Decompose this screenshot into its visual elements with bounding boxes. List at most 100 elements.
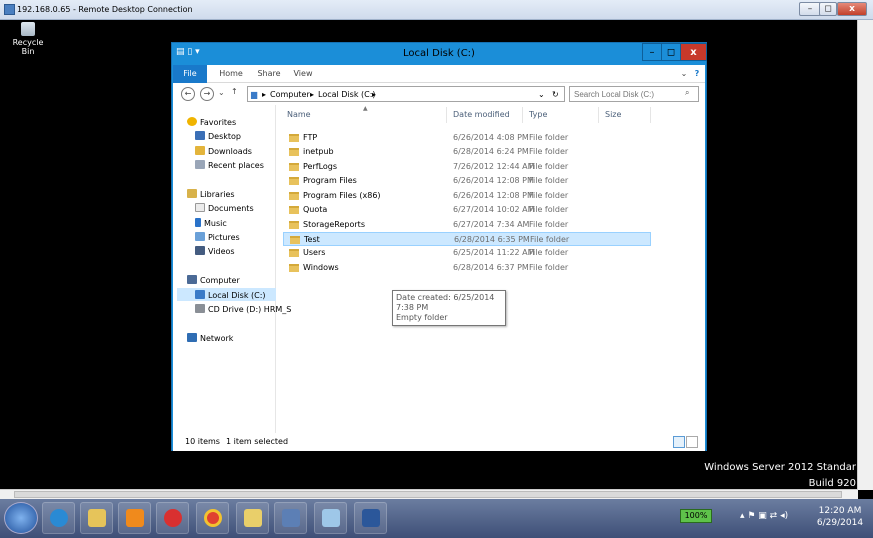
tooltip-empty-folder: Empty folder <box>396 313 448 322</box>
forward-button[interactable]: → <box>200 87 214 101</box>
folder-icon <box>290 236 300 244</box>
breadcrumb-computer[interactable]: Computer <box>270 90 310 99</box>
file-row-selected[interactable]: Test 6/28/2014 6:35 PM File folder <box>283 232 651 246</box>
column-header-date-modified[interactable]: Date modified <box>447 107 523 123</box>
word-taskbar-button[interactable] <box>354 502 387 534</box>
explorer-title: Local Disk (C:) <box>403 48 475 59</box>
drive-icon: ▆ <box>251 90 258 99</box>
taskbar: 100% ▴ ⚑ ▣ ⇄ ◂) 12:20 AM 6/29/2014 <box>0 499 873 538</box>
file-explorer-icon <box>88 509 106 527</box>
file-row[interactable]: inetpub 6/28/2014 6:24 PM File folder <box>283 145 651 159</box>
rdc-title: 192.168.0.65 - Remote Desktop Connection <box>17 5 193 14</box>
word-icon <box>362 509 380 527</box>
file-row[interactable]: Program Files (x86) 6/26/2014 12:08 PM Fil… <box>283 189 651 203</box>
tab-file[interactable]: File <box>173 65 207 83</box>
folder-icon <box>289 192 299 200</box>
tray-icons[interactable]: ▴ ⚑ ▣ ⇄ ◂) <box>740 511 788 521</box>
network-app-taskbar-button[interactable] <box>274 502 307 534</box>
nav-libraries[interactable]: Libraries <box>187 189 235 199</box>
nav-network[interactable]: Network <box>187 333 233 343</box>
network-app-icon <box>282 509 300 527</box>
tab-home[interactable]: Home <box>213 65 249 83</box>
nav-local-disk[interactable]: Local Disk (C:) <box>195 290 266 300</box>
folder-tooltip: Date created: 6/25/2014 7:38 PM Empty fo… <box>392 290 506 326</box>
recycle-bin-icon <box>21 22 35 36</box>
recycle-bin-shortcut[interactable]: Recycle Bin <box>8 22 48 56</box>
chrome-taskbar-button[interactable] <box>196 502 229 534</box>
address-bar[interactable]: ▆ ▸ Computer ▸ Local Disk (C:) ▸ ⌄ ↻ <box>247 86 565 102</box>
tab-view[interactable]: View <box>285 65 321 83</box>
folder-taskbar-button[interactable] <box>236 502 269 534</box>
system-clock[interactable]: 12:20 AM 6/29/2014 <box>812 505 868 529</box>
large-icons-view-icon[interactable] <box>686 436 698 448</box>
file-row[interactable]: Program Files 6/26/2014 12:08 PM File fold… <box>283 174 651 188</box>
clock-time: 12:20 AM <box>818 506 862 516</box>
recycle-bin-label: Recycle Bin <box>12 38 44 56</box>
nav-pictures[interactable]: Pictures <box>195 232 240 242</box>
ribbon-tabs: File Home Share View ⌄ ? <box>173 65 705 83</box>
clock-date: 6/29/2014 <box>816 518 864 528</box>
documents-icon <box>195 203 205 212</box>
nav-desktop[interactable]: Desktop <box>195 131 241 141</box>
os-watermark: Windows Server 2012 Standar Build 920 <box>704 460 856 492</box>
horizontal-scrollbar[interactable] <box>0 489 858 499</box>
rdc-close-button[interactable]: x <box>837 2 867 16</box>
folder-icon <box>289 264 299 272</box>
nav-favorites[interactable]: Favorites <box>187 117 236 127</box>
explorer-minimize-button[interactable]: – <box>642 43 662 61</box>
network-icon <box>187 333 197 342</box>
notes-taskbar-button[interactable] <box>314 502 347 534</box>
address-dropdown-icon[interactable]: ⌄ <box>538 90 545 99</box>
file-row[interactable]: Windows 6/28/2014 6:37 PM File folder <box>283 261 651 275</box>
vertical-scrollbar[interactable] <box>857 20 873 490</box>
search-input[interactable] <box>569 86 699 102</box>
folder-icon <box>289 177 299 185</box>
details-view-icon[interactable] <box>673 436 685 448</box>
explorer-close-button[interactable]: x <box>680 43 707 61</box>
tab-share[interactable]: Share <box>251 65 287 83</box>
search-icon[interactable]: ⌕ <box>685 88 689 98</box>
file-row[interactable]: Quota 6/27/2014 10:02 AM File folder <box>283 203 651 217</box>
explorer-maximize-button[interactable]: ◻ <box>661 43 681 61</box>
nav-videos[interactable]: Videos <box>195 246 235 256</box>
battery-indicator[interactable]: 100% <box>680 509 712 523</box>
start-button[interactable] <box>4 502 38 534</box>
navigation-pane: Favorites Desktop Downloads Recent place… <box>173 105 291 433</box>
folder-icon <box>244 509 262 527</box>
up-button[interactable]: ↑ <box>231 87 238 96</box>
breadcrumb-local-disk[interactable]: Local Disk (C:) <box>318 90 376 99</box>
pictures-icon <box>195 232 205 241</box>
file-row[interactable]: Users 6/25/2014 11:22 AM File folder <box>283 246 651 260</box>
nav-documents[interactable]: Documents <box>195 203 254 213</box>
media-player-taskbar-button[interactable] <box>118 502 151 534</box>
desktop-icon <box>195 131 205 140</box>
nav-downloads[interactable]: Downloads <box>195 146 252 156</box>
recent-locations-icon[interactable]: ⌄ <box>218 88 225 97</box>
selected-count: 1 item selected <box>226 437 289 446</box>
rdc-minimize-button[interactable]: – <box>799 2 821 16</box>
file-row[interactable]: StorageReports 6/27/2014 7:34 AM File fold… <box>283 218 651 232</box>
os-edition: Windows Server 2012 Standar <box>704 462 856 473</box>
horizontal-scroll-thumb[interactable] <box>14 491 842 498</box>
column-header-type[interactable]: Type <box>523 107 599 123</box>
refresh-icon[interactable]: ↻ <box>552 90 559 99</box>
rdc-titlebar: 192.168.0.65 - Remote Desktop Connection… <box>0 0 873 20</box>
nav-music[interactable]: Music <box>195 218 227 228</box>
nav-recent-places[interactable]: Recent places <box>195 160 264 170</box>
help-icon[interactable]: ? <box>691 65 703 83</box>
internet-explorer-icon <box>50 509 68 527</box>
file-row[interactable]: PerfLogs 7/26/2012 12:44 AM File folder <box>283 160 651 174</box>
ie-taskbar-button[interactable] <box>42 502 75 534</box>
explorer-taskbar-button[interactable] <box>80 502 113 534</box>
explorer-window: ▤ ▯ ▾ Local Disk (C:) – ◻ x File Home Sh… <box>171 42 707 451</box>
file-row[interactable]: FTP 6/26/2014 4:08 PM File folder <box>283 131 651 145</box>
rdc-restore-button[interactable]: ◻ <box>819 2 837 16</box>
folder-icon <box>289 221 299 229</box>
column-header-name[interactable]: Name <box>281 107 447 123</box>
folder-icon <box>289 206 299 214</box>
app-taskbar-button[interactable] <box>156 502 189 534</box>
column-header-size[interactable]: Size <box>599 107 651 123</box>
nav-computer[interactable]: Computer <box>187 275 240 285</box>
back-button[interactable]: ← <box>181 87 195 101</box>
ribbon-expand-icon[interactable]: ⌄ <box>679 65 689 83</box>
